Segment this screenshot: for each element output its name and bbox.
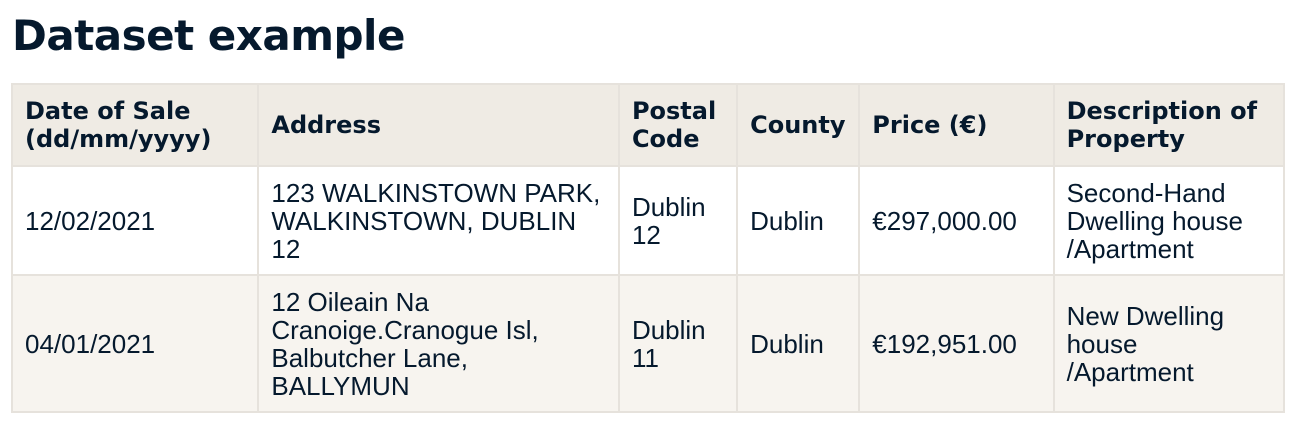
cell-address: 12 Oileain Na Cranoige.Cranogue Isl, Bal…	[257, 274, 620, 413]
cell-county: Dublin	[736, 165, 861, 276]
header-description: Description of Property	[1052, 83, 1286, 167]
cell-address: 123 WALKINSTOWN PARK, WALKINSTOWN, DUBLI…	[257, 165, 620, 276]
table-row: 12/02/2021 123 WALKINSTOWN PARK, WALKINS…	[10, 165, 1286, 276]
cell-date-of-sale: 12/02/2021	[10, 165, 260, 276]
cell-description: Second-Hand Dwelling house /Apartment	[1052, 165, 1286, 276]
page-title: Dataset example	[12, 11, 405, 60]
header-address: Address	[257, 83, 620, 167]
cell-price: €297,000.00	[858, 165, 1055, 276]
cell-postal-code: Dublin 11	[617, 274, 739, 413]
cell-postal-code: Dublin 12	[617, 165, 739, 276]
table-header-row: Date of Sale (dd/mm/yyyy) Address Postal…	[10, 83, 1286, 167]
page: Dataset example Date of Sale (dd/mm/yyyy…	[0, 0, 1297, 424]
cell-county: Dublin	[736, 274, 861, 413]
header-county: County	[736, 83, 861, 167]
table-row: 04/01/2021 12 Oileain Na Cranoige.Cranog…	[10, 274, 1286, 413]
header-date-of-sale: Date of Sale (dd/mm/yyyy)	[10, 83, 260, 167]
cell-description: New Dwelling house /Apartment	[1052, 274, 1286, 413]
header-postal-code: Postal Code	[617, 83, 739, 167]
dataset-table: Date of Sale (dd/mm/yyyy) Address Postal…	[10, 83, 1286, 413]
cell-date-of-sale: 04/01/2021	[10, 274, 260, 413]
header-price: Price (€)	[858, 83, 1055, 167]
cell-price: €192,951.00	[858, 274, 1055, 413]
